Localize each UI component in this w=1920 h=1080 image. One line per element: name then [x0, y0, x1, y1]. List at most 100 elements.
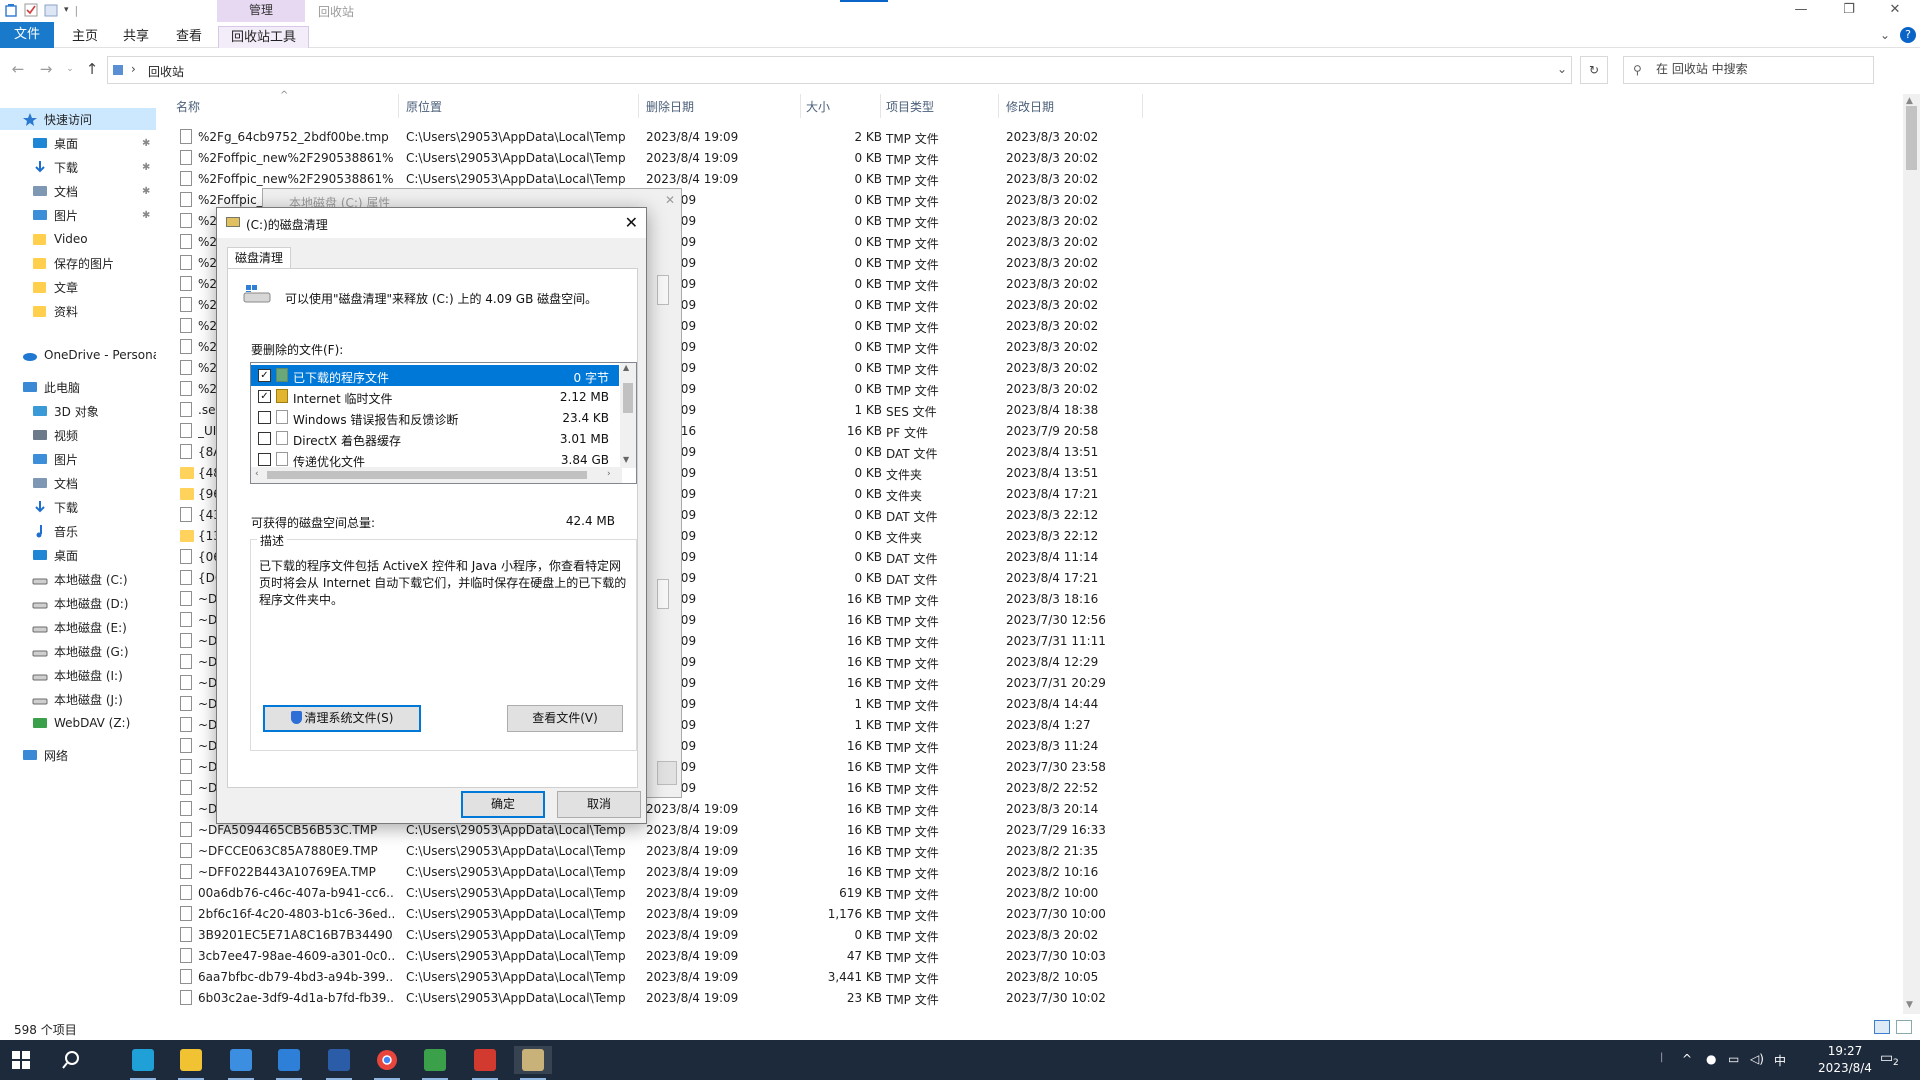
- context-tab-manage[interactable]: 管理: [217, 0, 305, 22]
- file-row[interactable]: 2bf6c16f-4c20-4803-b1c6-36ed... C:\Users\…: [170, 903, 1170, 924]
- sidebar-item[interactable]: 本地磁盘 (E:): [0, 616, 156, 638]
- file-row[interactable]: ~DFCCE063C85A7880E9.TMP C:\Users\29053\Ap…: [170, 840, 1170, 861]
- show-hidden-icons-icon[interactable]: ^: [1682, 1052, 1692, 1066]
- tab-home[interactable]: 主页: [60, 26, 110, 48]
- help-icon[interactable]: ?: [1900, 27, 1916, 43]
- list-vertical-scrollbar[interactable]: ▲ ▼: [620, 363, 636, 468]
- recent-locations-chevron-icon[interactable]: ⌄: [62, 61, 78, 77]
- sidebar-item[interactable]: 资料: [0, 300, 156, 322]
- search-input[interactable]: [1656, 62, 1866, 76]
- column-divider[interactable]: [880, 94, 881, 118]
- forward-arrow-icon[interactable]: →: [38, 61, 54, 77]
- network-status-icon[interactable]: ▭: [1728, 1052, 1739, 1066]
- store-app[interactable]: [222, 1046, 260, 1080]
- customize-qat-icon[interactable]: ▾: [64, 5, 69, 15]
- cleanup-item-checkbox[interactable]: ✓: [258, 369, 271, 382]
- large-icons-view-icon[interactable]: [1896, 1020, 1912, 1034]
- column-divider[interactable]: [998, 94, 999, 118]
- tab-view[interactable]: 查看: [164, 26, 214, 48]
- sidebar-item[interactable]: WebDAV (Z:): [0, 712, 156, 734]
- sidebar-item[interactable]: 本地磁盘 (I:): [0, 664, 156, 686]
- list-scroll-left-icon[interactable]: ‹: [255, 469, 259, 479]
- close-window-button[interactable]: ✕: [1872, 2, 1918, 20]
- cleanup-item-checkbox[interactable]: [258, 453, 271, 466]
- scroll-down-arrow-icon[interactable]: ▼: [1906, 1000, 1913, 1010]
- sidebar-item[interactable]: 本地磁盘 (D:): [0, 592, 156, 614]
- sidebar-item[interactable]: 网络: [0, 744, 156, 766]
- cleanup-item-checkbox[interactable]: ✓: [258, 390, 271, 403]
- back-arrow-icon[interactable]: ←: [10, 61, 26, 77]
- list-scroll-down-icon[interactable]: ▼: [623, 455, 629, 464]
- clock[interactable]: 19:27 2023/8/4: [1810, 1043, 1880, 1077]
- cancel-button[interactable]: 取消: [557, 791, 641, 818]
- cleanup-item-checkbox[interactable]: [258, 432, 271, 445]
- file-explorer-app[interactable]: [172, 1046, 210, 1080]
- notification-center-icon[interactable]: ▭: [1880, 1050, 1893, 1066]
- sidebar-item[interactable]: Video: [0, 228, 156, 250]
- breadcrumb-separator-icon[interactable]: ›: [131, 62, 136, 76]
- volume-icon[interactable]: ◁): [1750, 1052, 1764, 1066]
- sidebar-item[interactable]: 下载: [0, 496, 156, 518]
- tab-file[interactable]: 文件: [0, 22, 54, 48]
- sidebar-item[interactable]: 音乐: [0, 520, 156, 542]
- ime-indicator[interactable]: 中: [1774, 1052, 1786, 1069]
- cleanup-list-item[interactable]: 传递优化文件 3.84 GB: [251, 449, 619, 470]
- column-date-deleted[interactable]: 删除日期: [646, 98, 694, 115]
- clean-system-files-button[interactable]: 清理系统文件(S): [263, 705, 421, 732]
- file-row[interactable]: %2Foffpic_new%2F290538861%... C:\Users\29…: [170, 168, 1170, 189]
- disk-cleanup-app[interactable]: [514, 1046, 552, 1080]
- column-divider[interactable]: [398, 94, 399, 118]
- files-to-delete-list[interactable]: ▲ ▼ ‹ › ✓ 已下载的程序文件 0 字节 ✓ Internet 临时文件 2.12 …: [250, 362, 637, 484]
- microphone-icon[interactable]: ●: [1706, 1052, 1716, 1066]
- file-row[interactable]: %2Fg_64cb9752_2bdf00be.tmp C:\Users\29053…: [170, 126, 1170, 147]
- sidebar-item[interactable]: 快速访问: [0, 108, 156, 130]
- address-dropdown-icon[interactable]: ⌄: [1557, 62, 1567, 76]
- vertical-scrollbar[interactable]: ▲ ▼: [1903, 94, 1920, 1014]
- sidebar-item[interactable]: 下载 ✱: [0, 156, 156, 178]
- file-row[interactable]: %2Foffpic_new%2F290538861%... C:\Users\29…: [170, 147, 1170, 168]
- column-name[interactable]: 名称: [176, 98, 200, 115]
- sidebar-item[interactable]: 视频: [0, 424, 156, 446]
- column-size[interactable]: 大小: [806, 98, 830, 115]
- column-original-location[interactable]: 原位置: [406, 98, 442, 115]
- sidebar-item[interactable]: 文章: [0, 276, 156, 298]
- sidebar-item[interactable]: 本地磁盘 (G:): [0, 640, 156, 662]
- cleanup-list-item[interactable]: Windows 错误报告和反馈诊断 23.4 KB: [251, 407, 619, 428]
- cleanup-list-item[interactable]: DirectX 着色器缓存 3.01 MB: [251, 428, 619, 449]
- restore-button[interactable]: ❐: [1826, 2, 1872, 20]
- list-hscroll-thumb[interactable]: [267, 471, 587, 479]
- app-8[interactable]: [466, 1046, 504, 1080]
- file-row[interactable]: 6b03c2ae-3df9-4d1a-b7fd-fb39... C:\Users\…: [170, 987, 1170, 1008]
- column-divider[interactable]: [800, 94, 801, 118]
- word-app[interactable]: [320, 1046, 358, 1080]
- list-scroll-thumb[interactable]: [623, 383, 633, 413]
- sidebar-item[interactable]: 保存的图片: [0, 252, 156, 274]
- sidebar-item[interactable]: 文档 ✱: [0, 180, 156, 202]
- sidebar-item[interactable]: 本地磁盘 (C:): [0, 568, 156, 590]
- column-divider[interactable]: [1142, 94, 1143, 118]
- details-view-icon[interactable]: [1874, 1020, 1890, 1034]
- new-folder-icon[interactable]: [44, 3, 58, 17]
- sidebar-item[interactable]: 图片: [0, 448, 156, 470]
- list-scroll-right-icon[interactable]: ›: [607, 469, 611, 479]
- minimize-button[interactable]: —: [1778, 2, 1824, 20]
- sidebar-item[interactable]: 此电脑: [0, 376, 156, 398]
- file-row[interactable]: 6aa7bfbc-db79-4bd3-a94b-399... C:\Users\2…: [170, 966, 1170, 987]
- sidebar-item[interactable]: 文档: [0, 472, 156, 494]
- cleanup-item-checkbox[interactable]: [258, 411, 271, 424]
- ok-button[interactable]: 确定: [461, 791, 545, 818]
- chevron-down-icon[interactable]: ⌄: [1880, 28, 1890, 42]
- file-row[interactable]: 00a6db76-c46c-407a-b941-cc6... C:\Users\2…: [170, 882, 1170, 903]
- chrome-app[interactable]: [368, 1046, 406, 1080]
- properties-icon[interactable]: [24, 3, 38, 17]
- search-button[interactable]: [52, 1046, 90, 1074]
- app-7[interactable]: [416, 1046, 454, 1080]
- view-files-button[interactable]: 查看文件(V): [507, 705, 623, 732]
- dialog-close-icon[interactable]: ✕: [625, 213, 638, 232]
- scrollbar-thumb[interactable]: [1906, 106, 1917, 170]
- column-divider[interactable]: [638, 94, 639, 118]
- sidebar-item[interactable]: 桌面: [0, 544, 156, 566]
- breadcrumb-recycle-bin[interactable]: 回收站: [148, 63, 184, 80]
- tab-share[interactable]: 共享: [111, 26, 161, 48]
- tab-recycle-bin-tools[interactable]: 回收站工具: [218, 26, 310, 48]
